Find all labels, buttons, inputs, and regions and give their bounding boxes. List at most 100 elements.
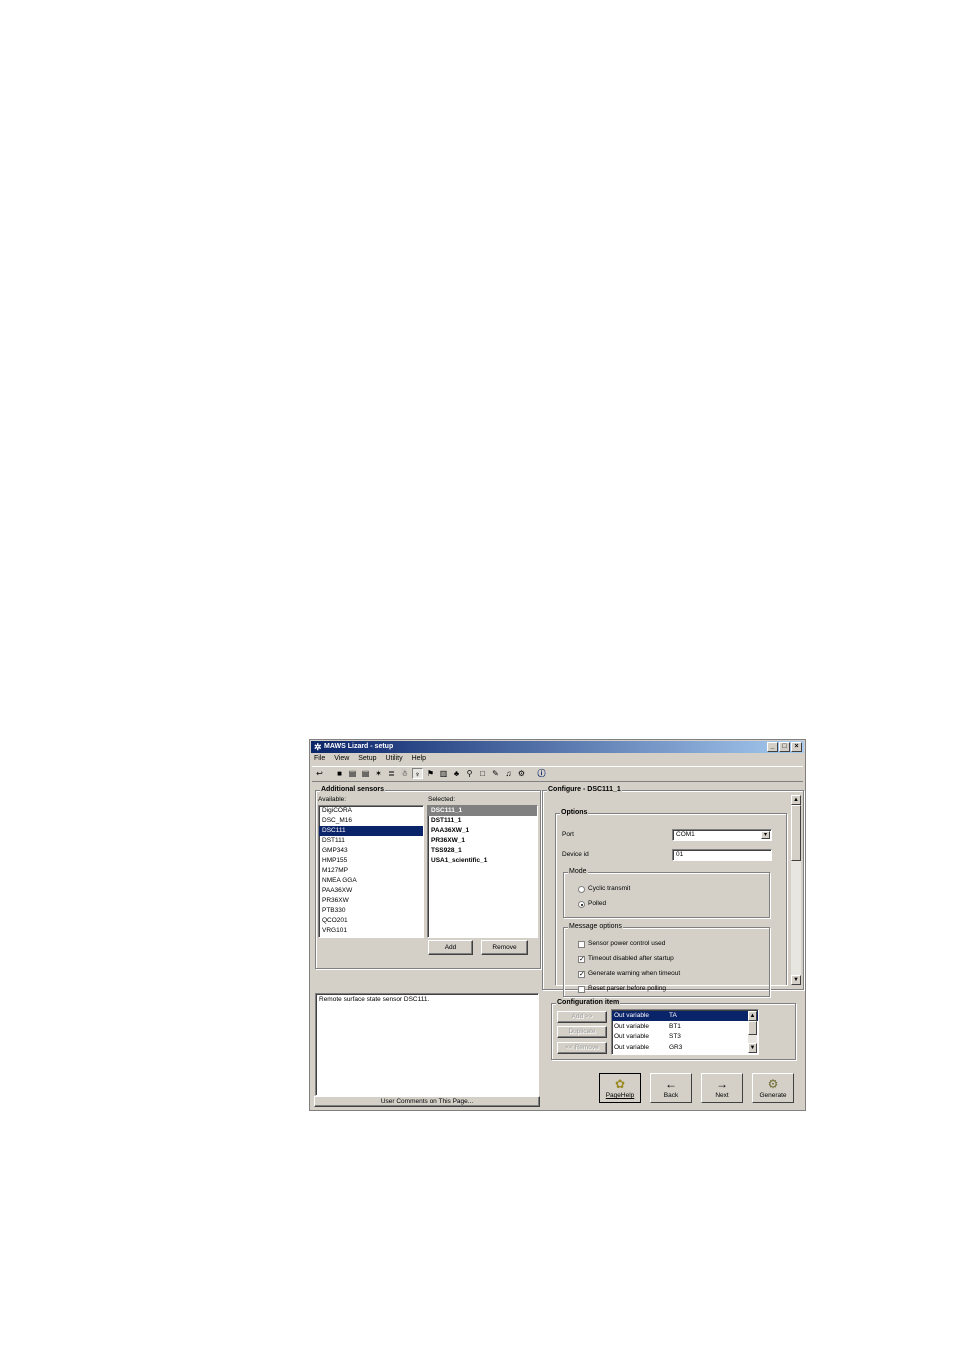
message-options-group: Message options Sensor power control use… [563, 923, 770, 997]
title-bar[interactable]: ✲ MAWS Lizard - setup _ □ × [311, 741, 804, 753]
list-item[interactable]: PTB330 [319, 906, 423, 916]
table-row[interactable]: Out variable ST3 [612, 1032, 758, 1042]
duplicate-button[interactable]: Duplicate [557, 1026, 607, 1038]
gears-icon: ⚙ [767, 1077, 779, 1091]
device-id-input[interactable]: 01 [672, 849, 772, 861]
row-type: Out variable [614, 1044, 650, 1051]
description-text[interactable]: Remote surface state sensor DSC111. [315, 993, 539, 1096]
next-button[interactable]: → Next [701, 1073, 743, 1103]
menu-setup[interactable]: Setup [358, 755, 376, 762]
available-label: Available: [318, 796, 347, 803]
options-title: Options [560, 809, 589, 817]
toolbar: ↩ ■ ▤ ▤ ✶ ≣ ☃ ♆ ⚑ ▥ ♣ ⚲ □ ✎ ♫ ⚙ ⓘ [312, 766, 803, 782]
chart-icon[interactable]: ♣ [451, 768, 462, 779]
pagehelp-label: PageHelp [605, 1092, 635, 1099]
scroll-up-icon[interactable]: ▲ [748, 1011, 757, 1021]
arrow-right-icon: → [716, 1077, 728, 1091]
available-sensors-list[interactable]: DigiCORA DSC_M16 DSC111 DST111 GMP343 HM… [318, 805, 424, 938]
list-item[interactable]: HMP155 [319, 856, 423, 866]
maximize-button[interactable]: □ [779, 742, 790, 752]
station-icon[interactable]: ■ [334, 768, 345, 779]
list-item[interactable]: VRG101 [319, 926, 423, 936]
pressure-icon[interactable]: ♆ [412, 768, 423, 779]
menu-help[interactable]: Help [412, 755, 426, 762]
device-id-label: Device id [562, 851, 589, 858]
cyclic-transmit-label: Cyclic transmit [588, 885, 631, 892]
info-icon[interactable]: ⓘ [536, 768, 547, 779]
list-item[interactable]: TSS928_1 [428, 846, 537, 856]
list-item[interactable]: DSC_M16 [319, 816, 423, 826]
arrow-left-icon: ← [665, 1077, 677, 1091]
scroll-thumb[interactable] [791, 805, 801, 861]
scroll-up-icon[interactable]: ▲ [791, 795, 801, 805]
list-item[interactable]: NMEA GGA [319, 876, 423, 886]
list-item[interactable]: DSC111 [319, 826, 423, 836]
bike-icon[interactable]: ⚲ [464, 768, 475, 779]
sensor-icon[interactable]: ▤ [347, 768, 358, 779]
list-item[interactable]: DST111 [319, 836, 423, 846]
menu-file[interactable]: File [314, 755, 325, 762]
row-name: GR3 [669, 1044, 683, 1051]
flag-icon[interactable]: ⚑ [425, 768, 436, 779]
menu-utility[interactable]: Utility [385, 755, 402, 762]
list-item[interactable]: DST111_1 [428, 816, 537, 826]
polled-label: Polled [588, 900, 607, 907]
sensor-power-checkbox[interactable] [578, 941, 585, 948]
back-button[interactable]: ← Back [650, 1073, 692, 1103]
selected-label: Selected: [428, 796, 456, 803]
scroll-down-icon[interactable]: ▼ [748, 1043, 757, 1053]
list-item[interactable]: QCO201 [319, 916, 423, 926]
app-logo-icon: ✲ [314, 742, 322, 752]
list-item[interactable]: DSC111_1 [428, 806, 537, 816]
document-icon[interactable]: □ [477, 768, 488, 779]
list-item[interactable]: PAA36XW [319, 886, 423, 896]
polled-radio[interactable] [578, 901, 585, 908]
list-item[interactable]: DigiCORA [319, 806, 423, 816]
port-select[interactable]: COM1 ▾ [672, 829, 772, 841]
mode-title: Mode [568, 868, 588, 876]
config-add-button[interactable]: Add >> [557, 1011, 607, 1023]
list-item[interactable]: PAA36XW_1 [428, 826, 537, 836]
add-button[interactable]: Add [428, 940, 473, 955]
remove-button[interactable]: Remove [481, 940, 528, 955]
minimize-button[interactable]: _ [767, 742, 778, 752]
table-row[interactable]: Out variable TA [612, 1011, 758, 1021]
selected-sensors-list[interactable]: DSC111_1 DST111_1 PAA36XW_1 PR36XW_1 TSS… [427, 805, 538, 938]
table-row[interactable]: Out variable BT1 [612, 1022, 758, 1032]
menu-bar: File View Setup Utility Help [314, 754, 433, 764]
level-icon[interactable]: ≣ [386, 768, 397, 779]
wind-icon[interactable]: ✶ [373, 768, 384, 779]
scroll-down-icon[interactable]: ▼ [791, 975, 801, 985]
bell-icon[interactable]: ♫ [503, 768, 514, 779]
log-icon[interactable]: ▥ [438, 768, 449, 779]
generate-warning-checkbox[interactable]: ✓ [578, 971, 585, 978]
additional-sensors-group: Additional sensors Available: Selected: … [315, 786, 541, 969]
pagehelp-button[interactable]: ✿ PageHelp [599, 1073, 641, 1103]
list-item[interactable]: M127MP [319, 866, 423, 876]
row-name: ST3 [669, 1033, 681, 1040]
configuration-item-list[interactable]: Out variable TA Out variable BT1 Out var… [611, 1009, 759, 1055]
config-remove-button[interactable]: << Remove [557, 1042, 607, 1054]
configure-scrollbar[interactable]: ▲ ▼ [791, 795, 801, 985]
generate-button[interactable]: ⚙ Generate [752, 1073, 794, 1103]
list-item[interactable]: GMP343 [319, 846, 423, 856]
tools-icon[interactable]: ✎ [490, 768, 501, 779]
close-button[interactable]: × [791, 742, 802, 752]
user-comments-button[interactable]: User Comments on This Page... [314, 1096, 540, 1107]
list-item[interactable]: PR36XW [319, 896, 423, 906]
port-label: Port [562, 831, 574, 838]
reset-parser-checkbox[interactable] [578, 986, 585, 993]
table-row[interactable]: Out variable GR3 [612, 1043, 758, 1053]
list-item[interactable]: USA1_scientific_1 [428, 856, 537, 866]
list-item[interactable]: PR36XW_1 [428, 836, 537, 846]
person-icon[interactable]: ☃ [399, 768, 410, 779]
scroll-thumb[interactable] [748, 1021, 757, 1035]
back-icon[interactable]: ↩ [314, 768, 325, 779]
cyclic-transmit-radio[interactable] [578, 886, 585, 893]
sensor2-icon[interactable]: ▤ [360, 768, 371, 779]
gear-icon[interactable]: ⚙ [516, 768, 527, 779]
chevron-down-icon[interactable]: ▾ [761, 831, 770, 839]
config-list-scrollbar[interactable]: ▲ ▼ [748, 1011, 757, 1053]
menu-view[interactable]: View [334, 755, 349, 762]
timeout-disabled-checkbox[interactable]: ✓ [578, 956, 585, 963]
